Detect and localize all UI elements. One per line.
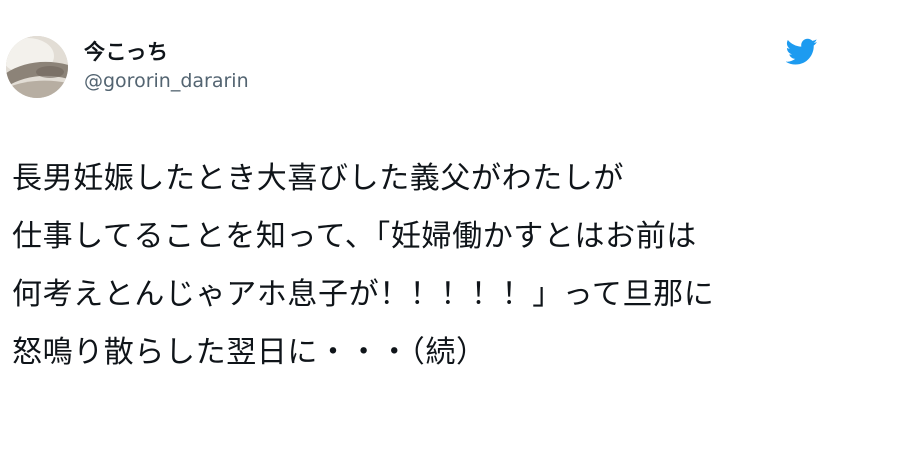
author-display-name[interactable]: 今こっち xyxy=(84,40,169,64)
tweet-body-line: 長男妊娠したとき大喜びした義父がわたしが xyxy=(12,161,624,196)
tweet-body-line: 仕事してることを知って、「妊婦働かすとはお前は xyxy=(12,219,697,254)
avatar-photo-icon xyxy=(6,36,68,98)
twitter-bird-icon[interactable] xyxy=(785,38,818,66)
tweet-card: 今こっち @gororin_dararin 長男妊娠したとき大喜びした義父がわた… xyxy=(0,0,900,454)
tweet-body-line: 何考えとんじゃアホ息子が！！！！！」って旦那に xyxy=(12,277,715,312)
avatar[interactable] xyxy=(6,36,68,98)
author-username[interactable]: @gororin_dararin xyxy=(84,70,249,92)
tweet-body-line: 怒鳴り散らした翌日に・・・（続） xyxy=(12,335,487,370)
tweet-body: 長男妊娠したとき大喜びした義父がわたしが 仕事してることを知って、「妊婦働かすと… xyxy=(12,150,892,382)
